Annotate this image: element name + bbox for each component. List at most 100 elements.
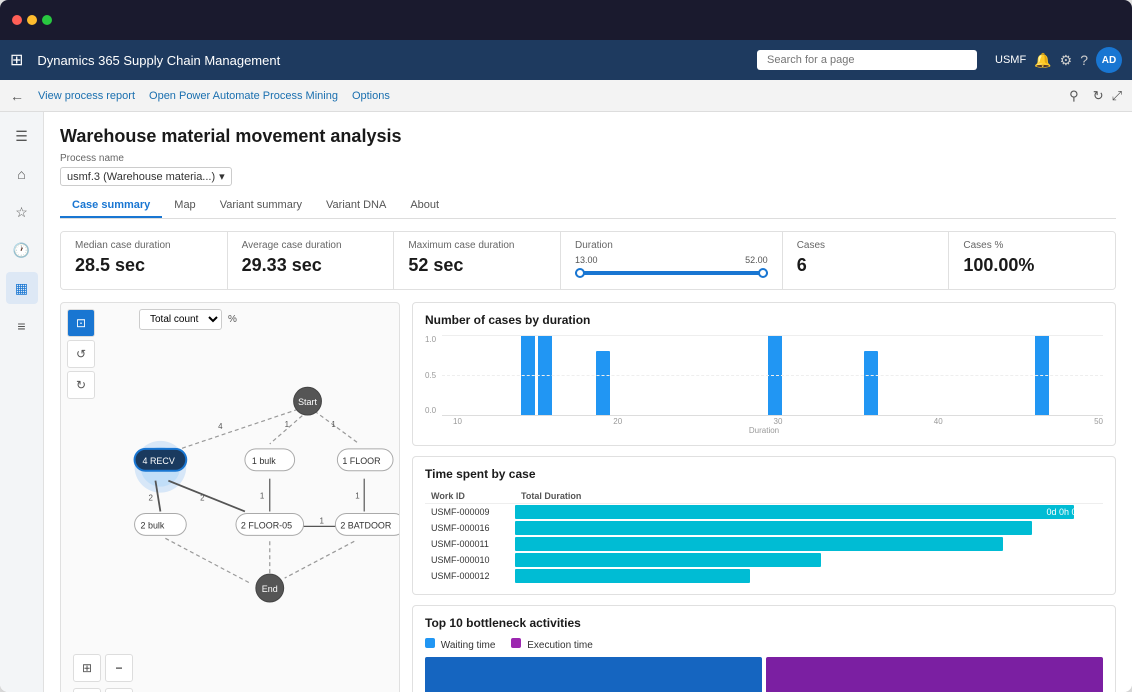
duration-cell: 0d 0h 0m 17s	[515, 568, 1103, 584]
cases-value: 6	[797, 255, 935, 276]
col-work-id: Work ID	[425, 489, 515, 504]
x-label-50: 50	[1094, 417, 1103, 426]
maximize-button[interactable]	[42, 15, 52, 25]
time-chart-title: Time spent by case	[425, 467, 1103, 481]
svg-text:1 bulk: 1 bulk	[252, 456, 276, 466]
lower-layout: Total count % ⊡ ↺ ↻	[60, 302, 1116, 692]
svg-text:1: 1	[319, 516, 324, 525]
x-label-10: 10	[453, 417, 462, 426]
slider-thumb-left[interactable]	[575, 268, 585, 278]
bottleneck-title: Top 10 bottleneck activities	[425, 616, 1103, 630]
map-view-btn[interactable]: ⊡	[67, 309, 95, 337]
tab-variant-dna[interactable]: Variant DNA	[314, 194, 398, 218]
filter-icon[interactable]: ⚲	[1069, 88, 1079, 104]
median-label: Median case duration	[75, 240, 213, 251]
slider-thumb-right[interactable]	[758, 268, 768, 278]
process-dropdown[interactable]: usmf.3 (Warehouse materia...) ▾	[60, 167, 232, 186]
map-refresh-btn[interactable]: ↻	[67, 371, 95, 399]
legend-execution: Execution time	[511, 638, 592, 651]
duration-slider[interactable]: 13.00 52.00	[575, 255, 768, 275]
sidebar-star-icon[interactable]: ☆	[6, 196, 38, 228]
cases-pct-value: 100.00%	[963, 255, 1101, 276]
svg-text:2: 2	[200, 494, 205, 503]
map-fullscreen-btn[interactable]: ⤢	[73, 688, 101, 692]
bar-chart-card: Number of cases by duration 1.0 0.5 0.0	[412, 302, 1116, 446]
map-toolbar-top: Total count %	[105, 309, 393, 330]
waiting-dot	[425, 638, 435, 648]
toolbar: ← View process report Open Power Automat…	[0, 80, 1132, 112]
gear-icon[interactable]: ⚙	[1060, 52, 1073, 69]
sidebar-home-icon[interactable]: ⌂	[6, 158, 38, 190]
map-zoom-out-btn[interactable]: −	[105, 654, 133, 682]
table-row: USMF-000010 0d 0h 0m 22s	[425, 552, 1103, 568]
duration-cell: 0d 0h 0m 39s	[515, 504, 1103, 521]
work-id-cell: USMF-000009	[425, 504, 515, 521]
sidebar-menu-icon[interactable]: ☰	[6, 120, 38, 152]
options-button[interactable]: Options	[352, 90, 390, 102]
process-map: Total count % ⊡ ↺ ↻	[60, 302, 400, 692]
bar-group-3	[596, 351, 610, 415]
minimize-button[interactable]	[27, 15, 37, 25]
duration-cell: 0d 0h 0m 22s	[515, 552, 1103, 568]
max-value: 52 sec	[408, 255, 546, 276]
svg-text:End: End	[262, 584, 278, 594]
svg-text:2 BATDOOR: 2 BATDOOR	[340, 520, 392, 530]
svg-text:Start: Start	[298, 397, 317, 407]
bar-5	[864, 351, 878, 415]
bn-bar-bulk: bulk	[425, 657, 762, 692]
chevron-down-icon: ▾	[219, 170, 225, 183]
slider-fill	[575, 271, 768, 275]
sidebar-clock-icon[interactable]: 🕐	[6, 234, 38, 266]
average-stat: Average case duration 29.33 sec	[228, 232, 395, 289]
svg-text:1: 1	[355, 492, 360, 501]
tab-variant-summary[interactable]: Variant summary	[208, 194, 314, 218]
title-bar	[0, 0, 1132, 40]
avatar[interactable]: AD	[1096, 47, 1122, 73]
grid-icon[interactable]: ⊞	[10, 50, 23, 70]
time-table: Work ID Total Duration USMF-000009 0d 0h…	[425, 489, 1103, 584]
close-button[interactable]	[12, 15, 22, 25]
y-label-2: 0.5	[425, 371, 436, 380]
tab-map[interactable]: Map	[162, 194, 207, 218]
bottleneck-card: Top 10 bottleneck activities Waiting tim…	[412, 605, 1116, 692]
tab-about[interactable]: About	[398, 194, 451, 218]
svg-text:1 FLOOR: 1 FLOOR	[342, 456, 381, 466]
sidebar-table-icon[interactable]: ▦	[6, 272, 38, 304]
expand-icon[interactable]: ⤢	[1112, 88, 1122, 104]
map-grid-btn[interactable]: ⊞	[73, 654, 101, 682]
bell-icon[interactable]: 🔔	[1034, 52, 1051, 69]
map-zoom-in-btn[interactable]: +	[105, 688, 133, 692]
execution-dot	[511, 638, 521, 648]
table-row: USMF-000009 0d 0h 0m 39s	[425, 504, 1103, 521]
table-row: USMF-000011 0d 0h 0m 35s	[425, 536, 1103, 552]
x-axis-label: Duration	[425, 426, 1103, 435]
open-power-button[interactable]: Open Power Automate Process Mining	[149, 90, 338, 102]
map-rotate-btn[interactable]: ↺	[67, 340, 95, 368]
duration-label: Duration	[575, 240, 768, 251]
view-process-button[interactable]: View process report	[38, 90, 135, 102]
toolbar-icons: ↻ ⤢	[1093, 88, 1122, 104]
tab-case-summary[interactable]: Case summary	[60, 194, 162, 218]
nav-bar: ⊞ Dynamics 365 Supply Chain Management U…	[0, 40, 1132, 80]
cases-pct-label: Cases %	[963, 240, 1101, 251]
sidebar-list-icon[interactable]: ≡	[6, 310, 38, 342]
map-dropdown[interactable]: Total count	[139, 309, 222, 330]
max-label: Maximum case duration	[408, 240, 546, 251]
user-label: USMF	[995, 54, 1026, 66]
cases-stat: Cases 6	[783, 232, 950, 289]
cases-label: Cases	[797, 240, 935, 251]
back-button[interactable]: ←	[10, 88, 24, 104]
slider-track[interactable]	[575, 271, 768, 275]
app-title: Dynamics 365 Supply Chain Management	[37, 53, 749, 68]
x-label-30: 30	[774, 417, 783, 426]
refresh-icon[interactable]: ↻	[1093, 88, 1104, 104]
svg-text:2 bulk: 2 bulk	[141, 520, 165, 530]
work-id-cell: USMF-000012	[425, 568, 515, 584]
cases-pct-stat: Cases % 100.00%	[949, 232, 1115, 289]
search-input[interactable]	[757, 50, 977, 70]
duration-cell: 0d 0h 0m 37s	[515, 520, 1103, 536]
process-svg: 4 1 1 2 2 1 1 1 Start	[61, 345, 399, 672]
x-label-20: 20	[613, 417, 622, 426]
average-value: 29.33 sec	[242, 255, 380, 276]
help-icon[interactable]: ?	[1080, 52, 1088, 68]
